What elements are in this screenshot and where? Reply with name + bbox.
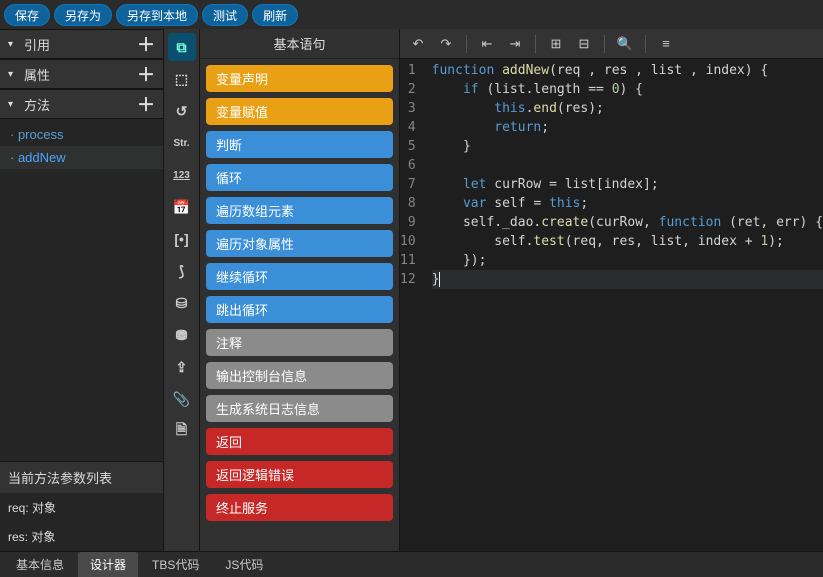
palette-block[interactable]: 变量赋值	[206, 98, 393, 125]
icon-rail: ⧉ ⬚ ↺ Str. 123 📅 [•] ⟆ ⛁ ⛃ ⇪ 📎 🗎	[164, 29, 200, 551]
outdent-icon[interactable]: ⇤	[475, 32, 499, 56]
export-icon[interactable]: ⇪	[168, 353, 196, 381]
palette-block[interactable]: 跳出循环	[206, 296, 393, 323]
palette-block[interactable]: 判断	[206, 131, 393, 158]
palette-title: 基本语句	[200, 29, 399, 59]
add-attr-icon[interactable]: ＋	[137, 61, 155, 87]
bottom-tab[interactable]: 设计器	[78, 552, 138, 577]
array-icon[interactable]: [•]	[168, 225, 196, 253]
add-method-icon[interactable]: ＋	[137, 91, 155, 117]
palette-block[interactable]: 生成系统日志信息	[206, 395, 393, 422]
top-toolbar: 保存 另存为 另存到本地 测试 刷新	[0, 0, 823, 29]
method-item[interactable]: · process	[0, 123, 163, 146]
doc-icon[interactable]: 🗎	[168, 417, 196, 445]
line-gutter: 123456789101112	[400, 59, 426, 551]
code-text[interactable]: function addNew(req , res , list , index…	[426, 59, 823, 551]
param-row: req: 对象	[0, 493, 163, 522]
palette-block[interactable]: 终止服务	[206, 494, 393, 521]
code-editor-pane: ↶ ↷ ⇤ ⇥ ⊞ ⊟ 🔍 ≡ 123456789101112 function…	[400, 29, 823, 551]
add-ref-icon[interactable]: ＋	[137, 31, 155, 57]
db-icon[interactable]: ⟆	[168, 257, 196, 285]
link-icon[interactable]: ⧉	[168, 33, 196, 61]
palette-block[interactable]: 遍历对象属性	[206, 230, 393, 257]
undo-icon[interactable]: ↶	[406, 32, 430, 56]
main-area: ▾ 引用 ＋ ▾ 属性 ＋ ▾ 方法 ＋ · process· addNew 当…	[0, 29, 823, 551]
chevron-down-icon: ▾	[8, 69, 20, 80]
bottom-tabs: 基本信息设计器TBS代码JS代码	[0, 551, 823, 577]
palette-block[interactable]: 继续循环	[206, 263, 393, 290]
save-local-button[interactable]: 另存到本地	[116, 4, 198, 26]
palette-block[interactable]: 遍历数组元素	[206, 197, 393, 224]
section-attr-title: 属性	[24, 65, 50, 84]
num-icon[interactable]: 123	[168, 161, 196, 189]
bottom-tab[interactable]: TBS代码	[140, 552, 211, 577]
attach-icon[interactable]: 📎	[168, 385, 196, 413]
test-button[interactable]: 测试	[202, 4, 248, 26]
editor-toolbar: ↶ ↷ ⇤ ⇥ ⊞ ⊟ 🔍 ≡	[400, 29, 823, 59]
str-icon[interactable]: Str.	[168, 129, 196, 157]
bottom-tab[interactable]: 基本信息	[4, 552, 76, 577]
palette-block[interactable]: 输出控制台信息	[206, 362, 393, 389]
method-item[interactable]: · addNew	[0, 146, 163, 169]
chevron-down-icon: ▾	[8, 39, 20, 50]
section-method-title: 方法	[24, 95, 50, 114]
block-palette: 基本语句 变量声明变量赋值判断循环遍历数组元素遍历对象属性继续循环跳出循环注释输…	[200, 29, 400, 551]
bottom-tab[interactable]: JS代码	[213, 552, 275, 577]
date-icon[interactable]: 📅	[168, 193, 196, 221]
save-as-button[interactable]: 另存为	[54, 4, 112, 26]
palette-list: 变量声明变量赋值判断循环遍历数组元素遍历对象属性继续循环跳出循环注释输出控制台信…	[200, 59, 399, 551]
method-list: · process· addNew	[0, 119, 163, 173]
storage-icon[interactable]: ⛁	[168, 289, 196, 317]
refresh-button[interactable]: 刷新	[252, 4, 298, 26]
palette-block[interactable]: 返回	[206, 428, 393, 455]
cycle-icon[interactable]: ↺	[168, 97, 196, 125]
indent-icon[interactable]: ⇥	[503, 32, 527, 56]
section-ref-title: 引用	[24, 35, 50, 54]
disk-icon[interactable]: ⛃	[168, 321, 196, 349]
palette-block[interactable]: 变量声明	[206, 65, 393, 92]
uncomment-icon[interactable]: ⊟	[572, 32, 596, 56]
list-icon[interactable]: ≡	[654, 32, 678, 56]
params-title: 当前方法参数列表	[0, 461, 163, 493]
palette-block[interactable]: 循环	[206, 164, 393, 191]
left-panel: ▾ 引用 ＋ ▾ 属性 ＋ ▾ 方法 ＋ · process· addNew 当…	[0, 29, 164, 551]
section-attr-header[interactable]: ▾ 属性 ＋	[0, 59, 163, 89]
params-list: req: 对象res: 对象	[0, 493, 163, 551]
chevron-down-icon: ▾	[8, 99, 20, 110]
section-method-header[interactable]: ▾ 方法 ＋	[0, 89, 163, 119]
code-area[interactable]: 123456789101112 function addNew(req , re…	[400, 59, 823, 551]
section-ref-header[interactable]: ▾ 引用 ＋	[0, 29, 163, 59]
param-row: res: 对象	[0, 522, 163, 551]
shield-icon[interactable]: ⬚	[168, 65, 196, 93]
redo-icon[interactable]: ↷	[434, 32, 458, 56]
comment-icon[interactable]: ⊞	[544, 32, 568, 56]
palette-block[interactable]: 返回逻辑错误	[206, 461, 393, 488]
search-icon[interactable]: 🔍	[613, 32, 637, 56]
palette-block[interactable]: 注释	[206, 329, 393, 356]
save-button[interactable]: 保存	[4, 4, 50, 26]
